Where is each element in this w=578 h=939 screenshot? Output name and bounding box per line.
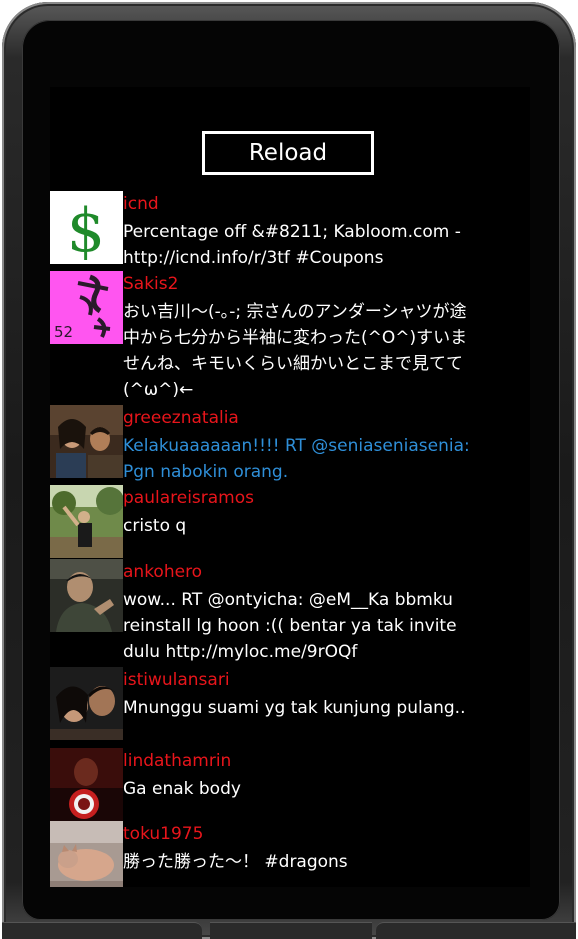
tweet-username[interactable]: toku1975 bbox=[123, 822, 203, 846]
reload-button[interactable]: Reload bbox=[202, 131, 374, 175]
tweet-username[interactable]: ankohero bbox=[123, 560, 202, 584]
start-key[interactable] bbox=[210, 922, 372, 939]
tweet-text: Ga enak body bbox=[123, 779, 241, 799]
tweet-text: wow... RT @ontyicha: @eM__Ka bbmku reins… bbox=[123, 590, 457, 662]
pink-calligraphy-avatar[interactable]: 52 bbox=[50, 271, 123, 344]
tweet-text: 勝った勝った〜！ #dragons bbox=[123, 852, 348, 872]
search-key[interactable] bbox=[376, 922, 576, 939]
couple-photo-avatar[interactable] bbox=[50, 405, 123, 478]
tweet-text: Kelakuaaaaaan!!!! RT @seniaseniasenia: P… bbox=[123, 436, 470, 482]
dollar-sign-avatar[interactable]: $ bbox=[50, 191, 123, 264]
tweet-text: おい吉川〜(-｡-; 宗さんのアンダーシャツが途中から七分から半袖に変わった(^… bbox=[123, 302, 468, 400]
tweet-username[interactable]: istiwulansari bbox=[123, 668, 230, 692]
tweet-text: cristo q bbox=[123, 516, 187, 536]
dark-person-avatar[interactable] bbox=[50, 559, 123, 632]
couple-selfie-avatar[interactable] bbox=[50, 667, 123, 740]
tweet-username[interactable]: lindathamrin bbox=[123, 749, 231, 773]
cat-photo-avatar[interactable] bbox=[50, 821, 123, 887]
tweet-username[interactable]: icnd bbox=[123, 192, 159, 216]
outdoor-photo-avatar[interactable] bbox=[50, 485, 123, 558]
red-portrait-avatar[interactable] bbox=[50, 748, 123, 821]
tweet-username[interactable]: greeeznatalia bbox=[123, 406, 239, 430]
svg-text:52: 52 bbox=[54, 323, 73, 341]
tweet-text: Mnunggu suami yg tak kunjung pulang.. bbox=[123, 698, 466, 718]
tweet-username[interactable]: paulareisramos bbox=[123, 486, 254, 510]
back-key[interactable] bbox=[2, 922, 202, 939]
svg-text:$: $ bbox=[67, 196, 105, 264]
app-screen: Reload $ icnd Percentage off &#8211; Kab… bbox=[50, 87, 530, 887]
tweet-username[interactable]: Sakis2 bbox=[123, 272, 178, 296]
tweet-text: Percentage off &#8211; Kabloom.com - htt… bbox=[123, 222, 461, 268]
